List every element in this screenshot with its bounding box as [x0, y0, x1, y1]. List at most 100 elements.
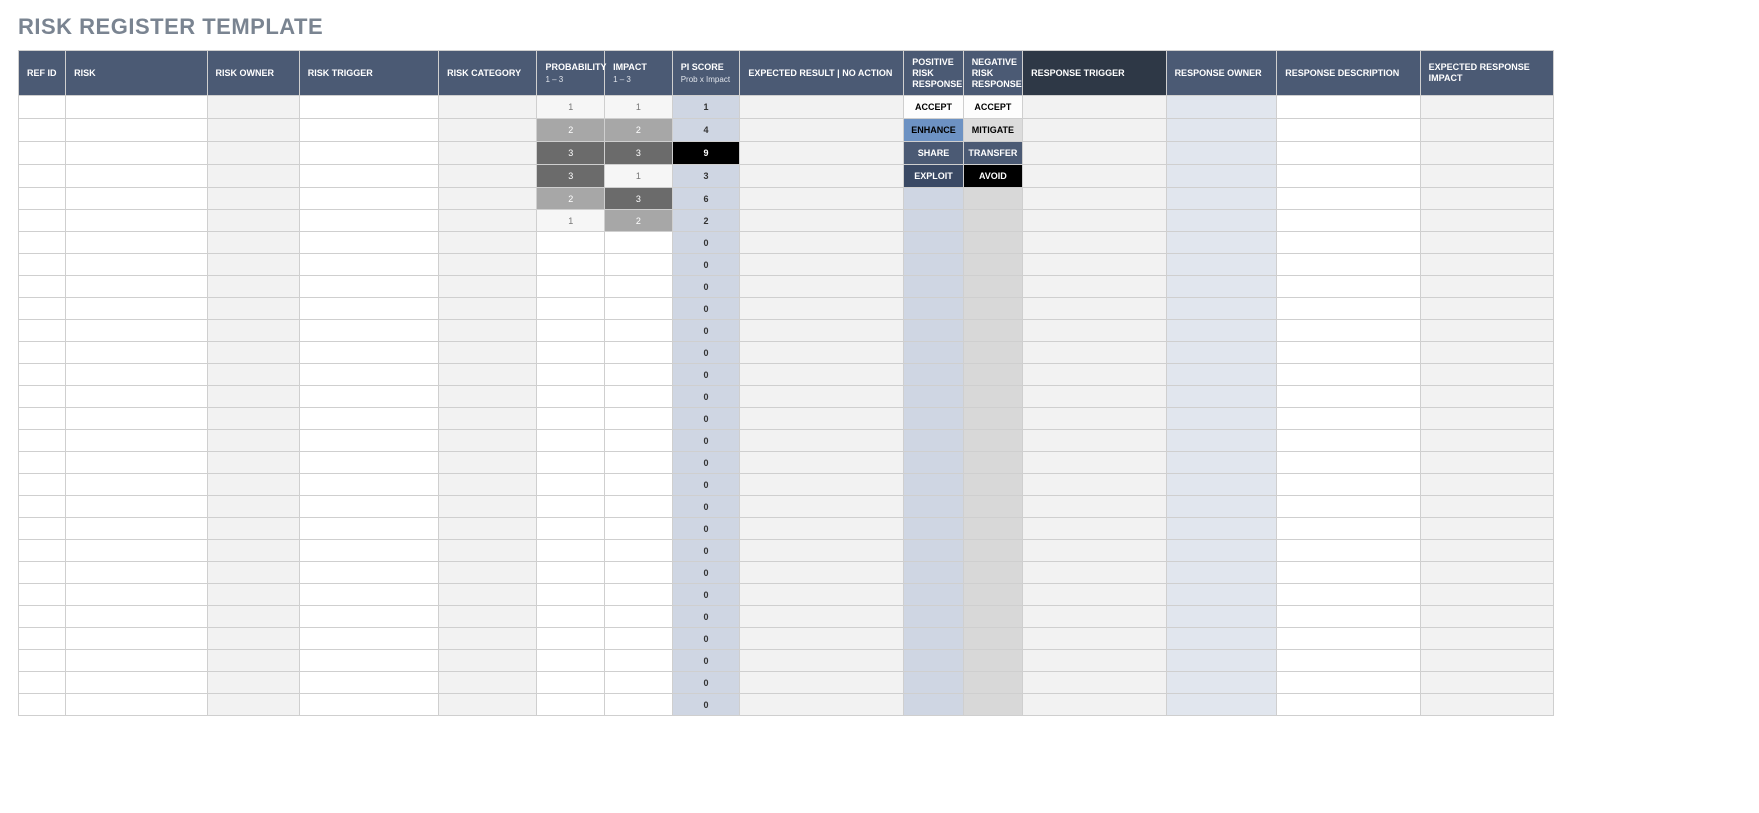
cell-ref-id[interactable]: [19, 474, 66, 496]
cell-ref-id[interactable]: [19, 119, 66, 142]
cell-risk-trigger[interactable]: [299, 142, 438, 165]
cell-response-trigger[interactable]: [1023, 364, 1166, 386]
cell-risk-owner[interactable]: [207, 650, 299, 672]
cell-probability[interactable]: [537, 232, 605, 254]
cell-response-trigger[interactable]: [1023, 430, 1166, 452]
cell-negative-response[interactable]: [963, 672, 1022, 694]
cell-risk-trigger[interactable]: [299, 408, 438, 430]
cell-expected-result[interactable]: [740, 430, 904, 452]
cell-response-owner[interactable]: [1166, 210, 1277, 232]
cell-probability[interactable]: [537, 562, 605, 584]
cell-risk-category[interactable]: [439, 320, 537, 342]
cell-response-trigger[interactable]: [1023, 320, 1166, 342]
cell-impact[interactable]: [605, 562, 673, 584]
cell-pi-score[interactable]: 0: [672, 672, 740, 694]
cell-positive-response[interactable]: EXPLOIT: [904, 165, 963, 188]
cell-pi-score[interactable]: 0: [672, 232, 740, 254]
cell-probability[interactable]: [537, 496, 605, 518]
cell-expected-result[interactable]: [740, 210, 904, 232]
cell-expected-response-impact[interactable]: [1420, 298, 1553, 320]
cell-expected-result[interactable]: [740, 540, 904, 562]
cell-impact[interactable]: [605, 518, 673, 540]
cell-risk-owner[interactable]: [207, 119, 299, 142]
cell-expected-result[interactable]: [740, 496, 904, 518]
cell-probability[interactable]: 1: [537, 96, 605, 119]
cell-risk[interactable]: [66, 518, 207, 540]
cell-risk-owner[interactable]: [207, 672, 299, 694]
cell-response-owner[interactable]: [1166, 342, 1277, 364]
cell-expected-result[interactable]: [740, 518, 904, 540]
cell-ref-id[interactable]: [19, 364, 66, 386]
cell-negative-response[interactable]: [963, 584, 1022, 606]
cell-positive-response[interactable]: [904, 606, 963, 628]
cell-impact[interactable]: [605, 628, 673, 650]
cell-expected-result[interactable]: [740, 276, 904, 298]
cell-positive-response[interactable]: [904, 364, 963, 386]
cell-impact[interactable]: [605, 342, 673, 364]
cell-risk-owner[interactable]: [207, 342, 299, 364]
cell-impact[interactable]: [605, 232, 673, 254]
cell-response-owner[interactable]: [1166, 584, 1277, 606]
cell-impact[interactable]: 2: [605, 210, 673, 232]
cell-probability[interactable]: [537, 584, 605, 606]
cell-risk-category[interactable]: [439, 496, 537, 518]
cell-probability[interactable]: 3: [537, 165, 605, 188]
cell-risk-trigger[interactable]: [299, 96, 438, 119]
cell-response-trigger[interactable]: [1023, 628, 1166, 650]
cell-negative-response[interactable]: [963, 276, 1022, 298]
cell-expected-response-impact[interactable]: [1420, 496, 1553, 518]
cell-response-owner[interactable]: [1166, 364, 1277, 386]
cell-risk-trigger[interactable]: [299, 672, 438, 694]
cell-risk-trigger[interactable]: [299, 119, 438, 142]
cell-risk[interactable]: [66, 276, 207, 298]
cell-risk-trigger[interactable]: [299, 584, 438, 606]
cell-risk-owner[interactable]: [207, 96, 299, 119]
cell-positive-response[interactable]: [904, 254, 963, 276]
cell-impact[interactable]: [605, 606, 673, 628]
cell-impact[interactable]: [605, 540, 673, 562]
cell-expected-result[interactable]: [740, 584, 904, 606]
cell-risk[interactable]: [66, 96, 207, 119]
cell-ref-id[interactable]: [19, 210, 66, 232]
cell-risk-category[interactable]: [439, 364, 537, 386]
cell-risk-owner[interactable]: [207, 364, 299, 386]
cell-response-trigger[interactable]: [1023, 96, 1166, 119]
cell-ref-id[interactable]: [19, 96, 66, 119]
cell-response-owner[interactable]: [1166, 430, 1277, 452]
cell-risk-category[interactable]: [439, 408, 537, 430]
cell-positive-response[interactable]: [904, 188, 963, 210]
cell-ref-id[interactable]: [19, 606, 66, 628]
cell-risk-trigger[interactable]: [299, 496, 438, 518]
cell-pi-score[interactable]: 0: [672, 584, 740, 606]
cell-response-owner[interactable]: [1166, 142, 1277, 165]
cell-response-owner[interactable]: [1166, 276, 1277, 298]
cell-response-owner[interactable]: [1166, 672, 1277, 694]
cell-risk-category[interactable]: [439, 650, 537, 672]
cell-positive-response[interactable]: [904, 694, 963, 716]
cell-positive-response[interactable]: [904, 650, 963, 672]
cell-expected-result[interactable]: [740, 320, 904, 342]
cell-expected-result[interactable]: [740, 364, 904, 386]
cell-positive-response[interactable]: [904, 210, 963, 232]
cell-pi-score[interactable]: 0: [672, 364, 740, 386]
cell-risk-trigger[interactable]: [299, 606, 438, 628]
cell-ref-id[interactable]: [19, 165, 66, 188]
cell-risk[interactable]: [66, 342, 207, 364]
cell-pi-score[interactable]: 4: [672, 119, 740, 142]
cell-negative-response[interactable]: [963, 562, 1022, 584]
cell-risk-category[interactable]: [439, 694, 537, 716]
cell-positive-response[interactable]: [904, 584, 963, 606]
cell-risk-owner[interactable]: [207, 320, 299, 342]
cell-negative-response[interactable]: [963, 342, 1022, 364]
cell-negative-response[interactable]: [963, 496, 1022, 518]
cell-response-trigger[interactable]: [1023, 474, 1166, 496]
cell-negative-response[interactable]: [963, 452, 1022, 474]
cell-risk[interactable]: [66, 452, 207, 474]
cell-risk[interactable]: [66, 650, 207, 672]
cell-response-owner[interactable]: [1166, 452, 1277, 474]
cell-response-description[interactable]: [1277, 496, 1420, 518]
cell-expected-result[interactable]: [740, 474, 904, 496]
cell-risk-owner[interactable]: [207, 298, 299, 320]
cell-risk-owner[interactable]: [207, 496, 299, 518]
cell-pi-score[interactable]: 0: [672, 452, 740, 474]
